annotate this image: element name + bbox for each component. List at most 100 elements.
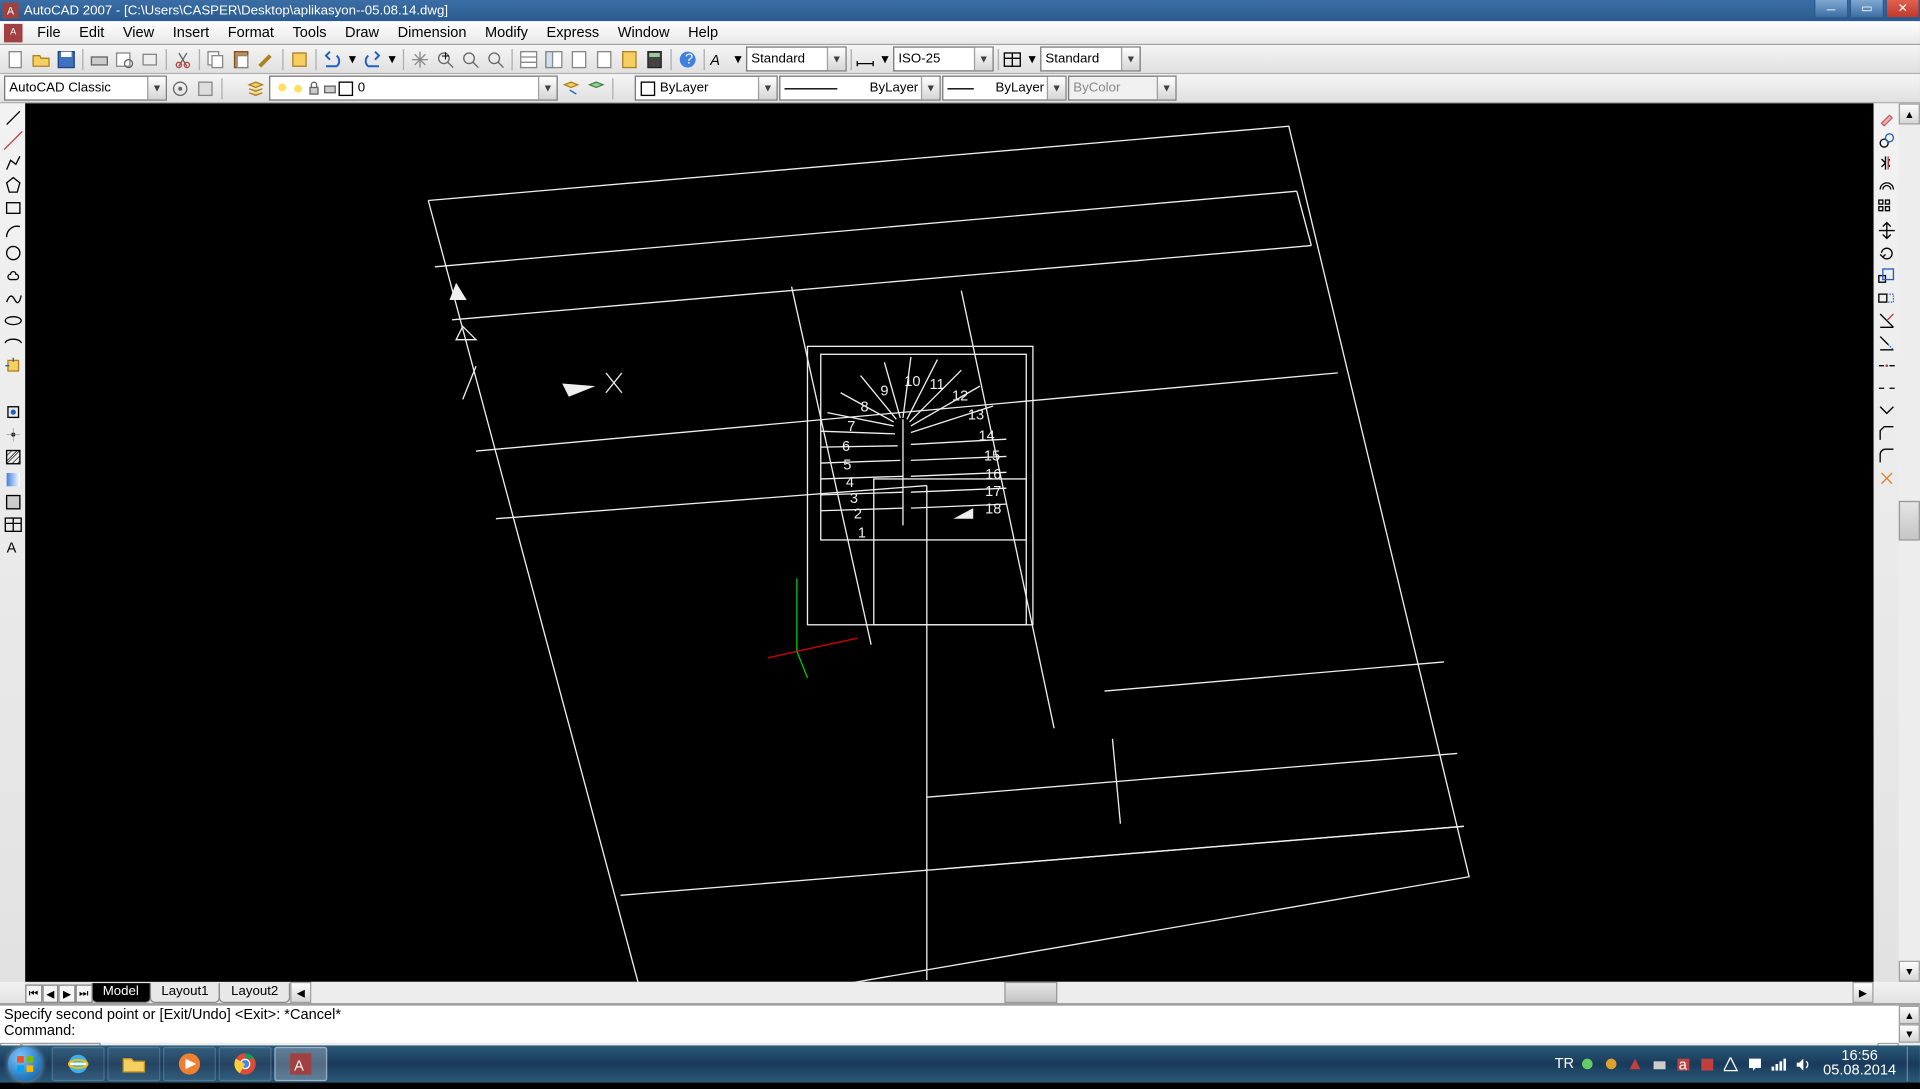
break-at-point-button[interactable] [1875,354,1898,377]
ellipse-arc-button[interactable] [1,331,24,354]
cut-button[interactable] [171,47,195,71]
match-properties-button[interactable] [254,47,278,71]
table-button[interactable] [1,513,24,536]
drawing-canvas[interactable]: 1 2 3 4 5 6 7 8 9 10 11 12 13 14 [25,103,1873,981]
taskbar-autocad[interactable]: A [274,1047,327,1081]
show-desktop-button[interactable] [1907,1047,1915,1081]
trim-button[interactable] [1875,309,1898,332]
make-block-button[interactable] [1,400,24,423]
scroll-left-button[interactable]: ◀ [290,982,311,1003]
menu-view[interactable]: View [114,23,164,42]
break-button[interactable] [1875,376,1898,399]
linetype-dropdown[interactable]: ByLayer▼ [779,76,941,101]
undo-button[interactable] [321,47,345,71]
tray-icon[interactable] [1579,1055,1598,1074]
fillet-button[interactable] [1875,444,1898,467]
construction-line-button[interactable] [1,129,24,152]
network-icon[interactable] [1770,1055,1789,1074]
doc-icon[interactable]: A [4,23,23,42]
command-prompt[interactable]: Command: [4,1023,1916,1039]
menu-window[interactable]: Window [608,23,678,42]
workspace-lock-button[interactable] [193,76,217,100]
copy-button[interactable] [204,47,228,71]
zoom-previous-button[interactable] [484,47,508,71]
tab-prev-button[interactable]: ◀ [42,984,59,1003]
taskbar-ie[interactable] [52,1047,105,1081]
taskbar-media-player[interactable] [163,1047,216,1081]
taskbar-chrome[interactable] [219,1047,272,1081]
dim-style-dropdown[interactable]: ISO-25▼ [893,46,994,71]
command-scrollbar[interactable]: ▲▼ [1899,1006,1920,1043]
mirror-button[interactable] [1875,151,1898,174]
layer-previous-button[interactable] [559,76,583,100]
zoom-window-button[interactable] [458,47,482,71]
vertical-scrollbar[interactable]: ▲ ▼ [1899,103,1920,981]
language-indicator[interactable]: TR [1555,1056,1574,1072]
menu-insert[interactable]: Insert [163,23,218,42]
hatch-button[interactable] [1,445,24,468]
erase-button[interactable] [1875,106,1898,129]
menu-format[interactable]: Format [218,23,283,42]
redo-dropdown[interactable]: ▾ [386,47,399,71]
save-button[interactable] [54,47,78,71]
table-style-button[interactable]: ▾ [1026,47,1039,71]
explode-button[interactable] [1875,466,1898,489]
color-dropdown[interactable]: ByLayer▼ [635,76,778,101]
plot-button[interactable] [87,47,111,71]
workspace-dropdown[interactable]: AutoCAD Classic▼ [4,76,167,101]
design-center-button[interactable] [542,47,566,71]
maximize-button[interactable]: ▭ [1850,0,1884,19]
redo-button[interactable] [360,47,384,71]
close-button[interactable]: ✕ [1885,0,1919,19]
tray-icon[interactable] [1627,1055,1646,1074]
layer-dropdown[interactable]: 0▼ [269,76,558,101]
start-button[interactable] [0,1045,50,1082]
arc-button[interactable] [1,219,24,242]
lineweight-dropdown[interactable]: ByLayer▼ [942,76,1067,101]
insert-block-button[interactable] [1,354,24,377]
layer-properties-button[interactable] [244,76,268,100]
tray-icon[interactable]: a [1675,1055,1694,1074]
publish-button[interactable] [138,47,162,71]
tool-palettes-button[interactable] [567,47,591,71]
menu-edit[interactable]: Edit [70,23,114,42]
menu-dimension[interactable]: Dimension [388,23,475,42]
tray-icon[interactable] [1651,1055,1670,1074]
point-button[interactable] [1,423,24,446]
menu-help[interactable]: Help [679,23,728,42]
tab-last-button[interactable]: ⏭ [75,984,92,1003]
rotate-button[interactable] [1875,241,1898,264]
block-editor-button[interactable] [288,47,312,71]
taskbar-explorer[interactable] [107,1047,160,1081]
tray-icon[interactable] [1699,1055,1718,1074]
dim-style-button[interactable]: ▾ [878,47,891,71]
polyline-button[interactable] [1,151,24,174]
menu-file[interactable]: File [28,23,70,42]
model-tab[interactable]: Model [91,983,151,1003]
menu-draw[interactable]: Draw [336,23,389,42]
properties-button[interactable] [517,47,541,71]
minimize-button[interactable]: ─ [1814,0,1848,19]
layout2-tab[interactable]: Layout2 [219,983,290,1003]
polygon-button[interactable] [1,174,24,197]
sheet-set-button[interactable] [592,47,616,71]
horizontal-scrollbar[interactable] [311,982,1852,1003]
zoom-realtime-button[interactable]: + [433,47,457,71]
join-button[interactable] [1875,399,1898,422]
menu-modify[interactable]: Modify [476,23,537,42]
tray-icon[interactable] [1722,1055,1741,1074]
markup-button[interactable] [617,47,641,71]
table-style-dropdown[interactable]: Standard▼ [1040,46,1141,71]
help-button[interactable]: ? [676,47,700,71]
revision-cloud-button[interactable] [1,264,24,287]
scale-button[interactable] [1875,264,1898,287]
menu-tools[interactable]: Tools [283,23,336,42]
tab-next-button[interactable]: ▶ [59,984,76,1003]
action-center-icon[interactable] [1746,1055,1765,1074]
volume-icon[interactable] [1794,1055,1813,1074]
text-style-button[interactable]: ▾ [731,47,744,71]
scroll-up-button[interactable]: ▲ [1899,103,1920,124]
gradient-button[interactable] [1,468,24,491]
tray-icon[interactable] [1603,1055,1622,1074]
rectangle-button[interactable] [1,196,24,219]
